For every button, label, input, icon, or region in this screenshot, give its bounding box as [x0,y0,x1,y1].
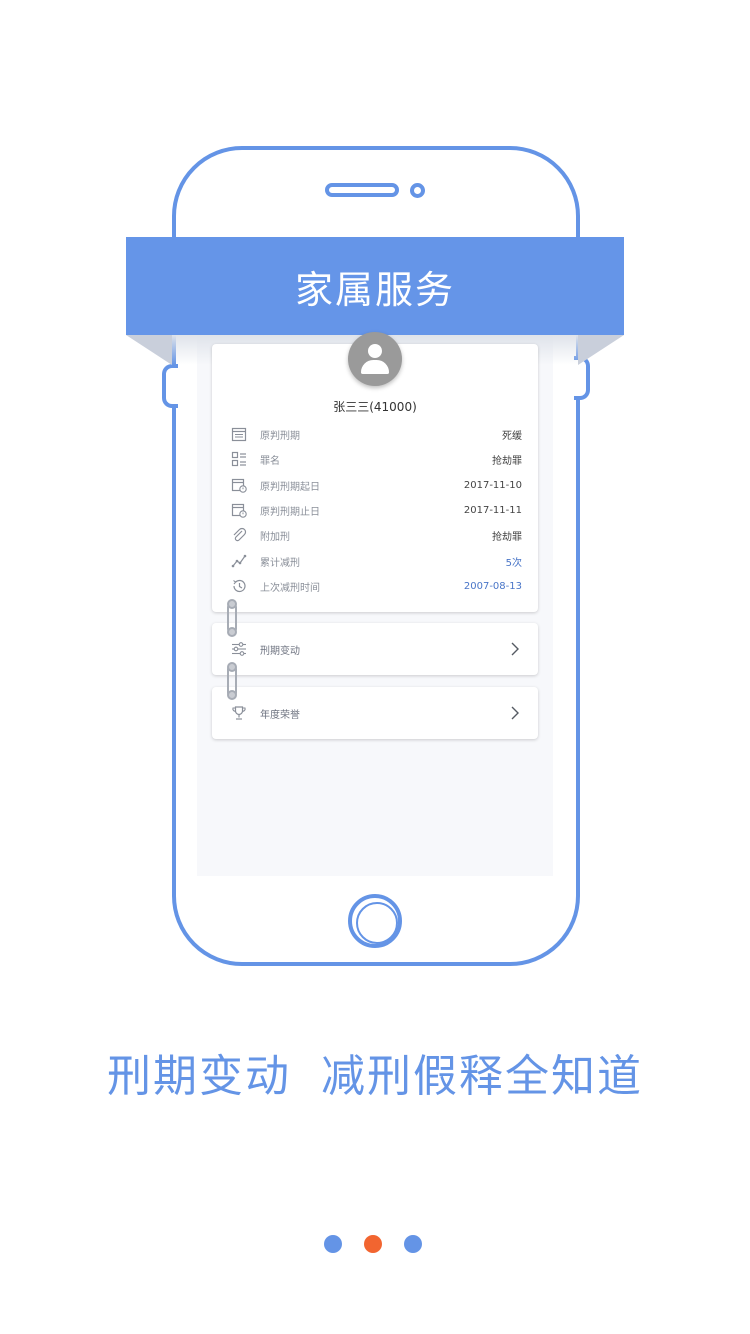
binder-ring-top [227,662,237,672]
phone-camera [410,183,425,198]
phone-home-button [348,894,402,948]
info-row-reductions: 累计减刑 5次 [230,551,522,571]
banner-title: 家属服务 [126,237,624,335]
binder-ring-top [227,599,237,609]
headline-part-1: 刑期变动 [107,1051,291,1102]
info-label: 罪名 [260,455,280,467]
banner-fold-left [126,335,172,365]
annual-honor-item[interactable]: 年度荣誉 [212,687,538,739]
info-row-end-date: 原判刑期止日 2017-11-11 [230,500,522,520]
binder-ring-bottom [227,627,237,637]
binder-ring-bottom [227,690,237,700]
info-label: 原判刑期 [260,430,300,442]
chevron-right-icon [511,706,519,720]
info-label: 累计减刑 [260,557,300,569]
history-icon [230,577,248,595]
avatar-body [361,360,389,374]
sliders-icon [230,640,248,658]
sentence-change-item[interactable]: 刑期变动 [212,623,538,675]
info-row-last-reduction: 上次减刑时间 2007-08-13 [230,576,522,596]
calendar-clock-icon [230,476,248,494]
phone-speaker [325,183,399,197]
page-dot[interactable] [324,1235,342,1253]
info-row-sentence: 原判刑期 死缓 [230,424,522,444]
page-dot[interactable] [404,1235,422,1253]
info-value: 2017-11-10 [463,479,522,491]
info-row-additional: 附加刑 抢劫罪 [230,525,522,545]
info-value: 死缓 [502,430,522,442]
calendar-icon [230,425,248,443]
avatar-head [368,344,382,358]
info-value: 2007-08-13 [463,580,522,592]
trophy-icon [230,704,248,722]
trend-icon [230,552,248,570]
info-label: 附加刑 [260,531,290,543]
info-label: 上次减刑时间 [260,582,320,594]
avatar [348,332,402,386]
info-value: 抢劫罪 [492,531,522,543]
info-row-start-date: 原判刑期起日 2017-11-10 [230,475,522,495]
annual-honor-label: 年度荣誉 [260,709,300,721]
info-row-crime: 罪名 抢劫罪 [230,449,522,469]
onboarding-page: 家属服务 张三三(41000) 原判刑期 死缓 罪名 抢劫罪 原判刑期起日 20… [0,0,750,1334]
banner-fold-right [578,335,624,365]
page-dot-active[interactable] [364,1235,382,1253]
info-value: 2017-11-11 [463,504,522,516]
info-value: 5次 [505,557,522,569]
phone-side-button-left [162,364,178,408]
page-indicator [324,1235,444,1253]
paperclip-icon [230,526,248,544]
calendar-clock-icon [230,501,248,519]
info-label: 原判刑期止日 [260,506,320,518]
list-icon [230,450,248,468]
headline-part-2: 减刑假释全知道 [321,1051,643,1102]
sentence-change-label: 刑期变动 [260,645,300,657]
chevron-right-icon [511,642,519,656]
info-label: 原判刑期起日 [260,481,320,493]
profile-name: 张三三(41000) [333,400,417,414]
headline: 刑期变动 减刑假释全知道 [0,1040,750,1104]
info-value: 抢劫罪 [492,455,522,467]
